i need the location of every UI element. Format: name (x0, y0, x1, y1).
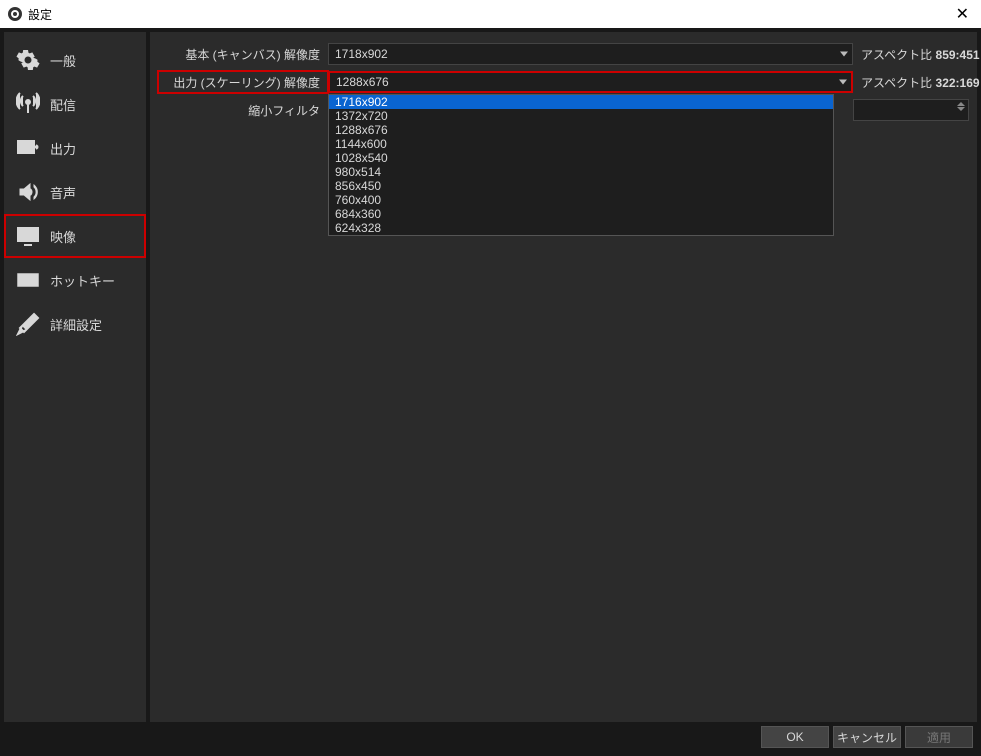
dialog-footer: OK キャンセル 適用 (4, 722, 977, 752)
output-resolution-value: 1288x676 (336, 75, 389, 89)
resolution-option[interactable]: 856x450 (329, 179, 833, 193)
sidebar-item-label: 出力 (50, 139, 76, 158)
app-icon (8, 7, 22, 21)
resolution-option[interactable]: 1028x540 (329, 151, 833, 165)
output-icon (16, 136, 40, 160)
resolution-dropdown[interactable]: 1716x9021372x7201288x6761144x6001028x540… (328, 94, 834, 236)
base-resolution-combo[interactable]: 1718x902 (328, 43, 853, 65)
downscale-filter-label: 縮小フィルタ (158, 102, 328, 119)
cancel-button[interactable]: キャンセル (833, 726, 901, 748)
spinner-icon (957, 102, 965, 111)
sidebar-item-label: 一般 (50, 51, 76, 70)
tools-icon (16, 312, 40, 336)
sidebar-item-label: 映像 (50, 227, 76, 246)
output-resolution-label: 出力 (スケーリング) 解像度 (158, 71, 328, 93)
titlebar: 設定 ✕ (0, 0, 981, 28)
filter-value-combo[interactable] (853, 99, 969, 121)
sidebar-item-general[interactable]: 一般 (4, 38, 146, 82)
keyboard-icon (16, 268, 40, 292)
sidebar-item-stream[interactable]: 配信 (4, 82, 146, 126)
gear-icon (16, 48, 40, 72)
sidebar-item-output[interactable]: 出力 (4, 126, 146, 170)
resolution-option[interactable]: 624x328 (329, 221, 833, 235)
sidebar-item-label: 音声 (50, 183, 76, 202)
settings-content: 基本 (キャンバス) 解像度 1718x902 アスペクト比 859:451 出… (150, 32, 977, 722)
resolution-option[interactable]: 1288x676 (329, 123, 833, 137)
sidebar-item-hotkeys[interactable]: ホットキー (4, 258, 146, 302)
output-resolution-combo[interactable]: 1288x676 (328, 71, 853, 93)
base-resolution-value: 1718x902 (335, 47, 388, 61)
sidebar-item-video[interactable]: 映像 (4, 214, 146, 258)
window-title: 設定 (28, 6, 52, 23)
base-aspect-text: アスペクト比 859:451 (853, 46, 969, 63)
settings-sidebar: 一般 配信 出力 音声 映像 ホットキー (4, 32, 146, 722)
speaker-icon (16, 180, 40, 204)
resolution-option[interactable]: 684x360 (329, 207, 833, 221)
antenna-icon (16, 92, 40, 116)
output-aspect-text: アスペクト比 322:169 (853, 74, 969, 91)
resolution-option[interactable]: 980x514 (329, 165, 833, 179)
sidebar-item-label: ホットキー (50, 271, 115, 290)
chevron-down-icon (839, 80, 847, 85)
close-button[interactable]: ✕ (952, 4, 973, 24)
sidebar-item-label: 配信 (50, 95, 76, 114)
ok-button[interactable]: OK (761, 726, 829, 748)
monitor-icon (16, 224, 40, 248)
resolution-option[interactable]: 1372x720 (329, 109, 833, 123)
resolution-option[interactable]: 1144x600 (329, 137, 833, 151)
resolution-option[interactable]: 1716x902 (329, 95, 833, 109)
chevron-down-icon (840, 52, 848, 57)
apply-button: 適用 (905, 726, 973, 748)
sidebar-item-audio[interactable]: 音声 (4, 170, 146, 214)
sidebar-item-advanced[interactable]: 詳細設定 (4, 302, 146, 346)
base-resolution-label: 基本 (キャンバス) 解像度 (158, 46, 328, 63)
sidebar-item-label: 詳細設定 (50, 315, 102, 334)
resolution-option[interactable]: 760x400 (329, 193, 833, 207)
